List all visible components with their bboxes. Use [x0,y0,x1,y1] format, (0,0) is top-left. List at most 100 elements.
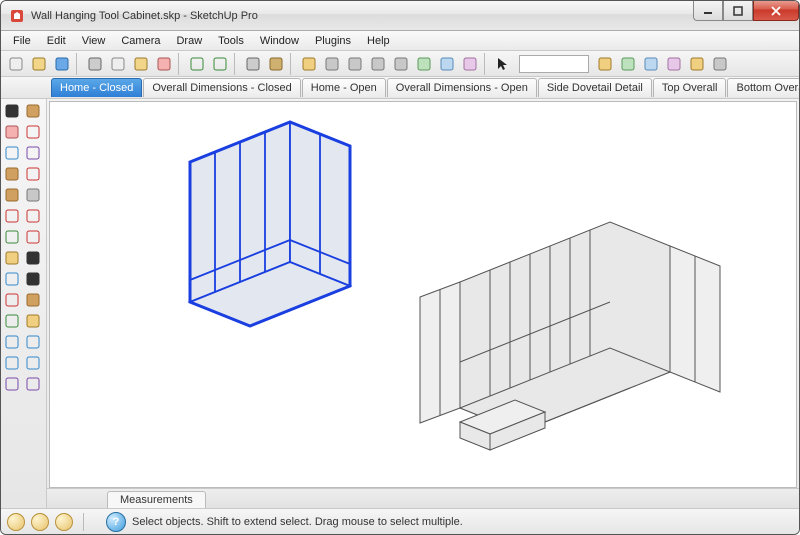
titlebar[interactable]: Wall Hanging Tool Cabinet.skp - SketchUp… [1,1,799,31]
layer-icon-2[interactable] [321,53,343,75]
scene-tab[interactable]: Top Overall [653,78,727,97]
pushpull-tool-icon[interactable] [23,185,43,205]
offset-tool-icon[interactable] [23,227,43,247]
paint-tool-icon[interactable] [23,290,43,310]
credit-icon[interactable] [31,513,49,531]
comp4-icon[interactable] [686,53,708,75]
maximize-button[interactable] [723,1,753,21]
new-file-icon[interactable] [5,53,27,75]
walk-tool-icon[interactable] [23,374,43,394]
select-tool-icon[interactable] [2,101,22,121]
scene-tab[interactable]: Home - Closed [51,78,142,97]
status-message: Select objects. Shift to extend select. … [132,516,463,528]
zoom-window-tool-icon[interactable] [23,332,43,352]
component-tool-icon[interactable] [23,101,43,121]
zoom-tool-icon[interactable] [2,332,22,352]
menu-edit[interactable]: Edit [39,33,74,49]
side-toolbar [1,99,47,508]
menu-help[interactable]: Help [359,33,398,49]
menubar: FileEditViewCameraDrawToolsWindowPlugins… [1,31,799,51]
closed-cabinet-model[interactable] [190,122,350,326]
layer-dropdown[interactable] [519,55,589,73]
separator [83,513,84,531]
window-buttons [693,1,799,21]
menu-file[interactable]: File [5,33,39,49]
cut-icon[interactable] [84,53,106,75]
scene-tab[interactable]: Overall Dimensions - Open [387,78,537,97]
line-tool-icon[interactable] [23,122,43,142]
menu-camera[interactable]: Camera [113,33,168,49]
paste-icon[interactable] [130,53,152,75]
open-cabinet-model[interactable] [420,222,720,450]
pan-tool-icon[interactable] [23,311,43,331]
credit-icon[interactable] [55,513,73,531]
erase-icon[interactable] [153,53,175,75]
tape2-icon[interactable] [617,53,639,75]
eraser-tool-icon[interactable] [2,122,22,142]
menu-view[interactable]: View [74,33,114,49]
menu-draw[interactable]: Draw [168,33,210,49]
separator [178,53,183,75]
model-canvas[interactable] [50,102,797,472]
separator [234,53,239,75]
help-icon[interactable]: ? [106,512,126,532]
separator [290,53,295,75]
app-window: Wall Hanging Tool Cabinet.skp - SketchUp… [0,0,800,535]
close-button[interactable] [753,1,799,21]
layer-icon-7[interactable] [436,53,458,75]
layer-icon-3[interactable] [344,53,366,75]
separator [76,53,81,75]
arc-tool-icon[interactable] [2,143,22,163]
tape-tool-icon[interactable] [2,248,22,268]
rectangle-tool-icon[interactable] [2,164,22,184]
separator [484,53,489,75]
model-info-icon[interactable] [265,53,287,75]
layer-icon-6[interactable] [413,53,435,75]
scene-tab[interactable]: Bottom Overall [727,78,799,97]
copy-icon[interactable] [107,53,129,75]
previous-tool-icon[interactable] [23,353,43,373]
redo-icon[interactable] [209,53,231,75]
menu-tools[interactable]: Tools [210,33,252,49]
layer-icon-1[interactable] [298,53,320,75]
circle-tool-icon[interactable] [23,164,43,184]
rotate-tool-icon[interactable] [23,206,43,226]
comp2-icon[interactable] [640,53,662,75]
print-icon[interactable] [242,53,264,75]
viewport[interactable] [49,101,797,488]
scene-tab[interactable]: Side Dovetail Detail [538,78,652,97]
zoom-extents-tool-icon[interactable] [2,353,22,373]
dimension-tool-icon[interactable] [23,248,43,268]
comp5-icon[interactable] [709,53,731,75]
menu-window[interactable]: Window [252,33,307,49]
menu-plugins[interactable]: Plugins [307,33,359,49]
orbit-tool-icon[interactable] [2,311,22,331]
measurements-tab[interactable]: Measurements [107,491,206,508]
minimize-button[interactable] [693,1,723,21]
open-file-icon[interactable] [28,53,50,75]
sheet-tabstrip: Measurements [47,488,799,508]
toolbar-main [1,51,799,77]
layer-icon-5[interactable] [390,53,412,75]
window-title: Wall Hanging Tool Cabinet.skp - SketchUp… [31,10,693,22]
undo-icon[interactable] [186,53,208,75]
scale-tool-icon[interactable] [2,227,22,247]
text-tool-icon[interactable] [23,269,43,289]
axes-tool-icon[interactable] [2,290,22,310]
freehand-tool-icon[interactable] [23,143,43,163]
credit-icon[interactable] [7,513,25,531]
polygon-tool-icon[interactable] [2,185,22,205]
app-icon [9,8,25,24]
section-icon[interactable] [594,53,616,75]
save-file-icon[interactable] [51,53,73,75]
select-cursor-icon[interactable] [492,53,514,75]
comp3-icon[interactable] [663,53,685,75]
layer-icon-8[interactable] [459,53,481,75]
statusbar: ? Select objects. Shift to extend select… [1,508,799,534]
move-tool-icon[interactable] [2,206,22,226]
scene-tab[interactable]: Home - Open [302,78,386,97]
scene-tab[interactable]: Overall Dimensions - Closed [143,78,300,97]
layer-icon-4[interactable] [367,53,389,75]
protractor-tool-icon[interactable] [2,269,22,289]
position-camera-icon[interactable] [2,374,22,394]
